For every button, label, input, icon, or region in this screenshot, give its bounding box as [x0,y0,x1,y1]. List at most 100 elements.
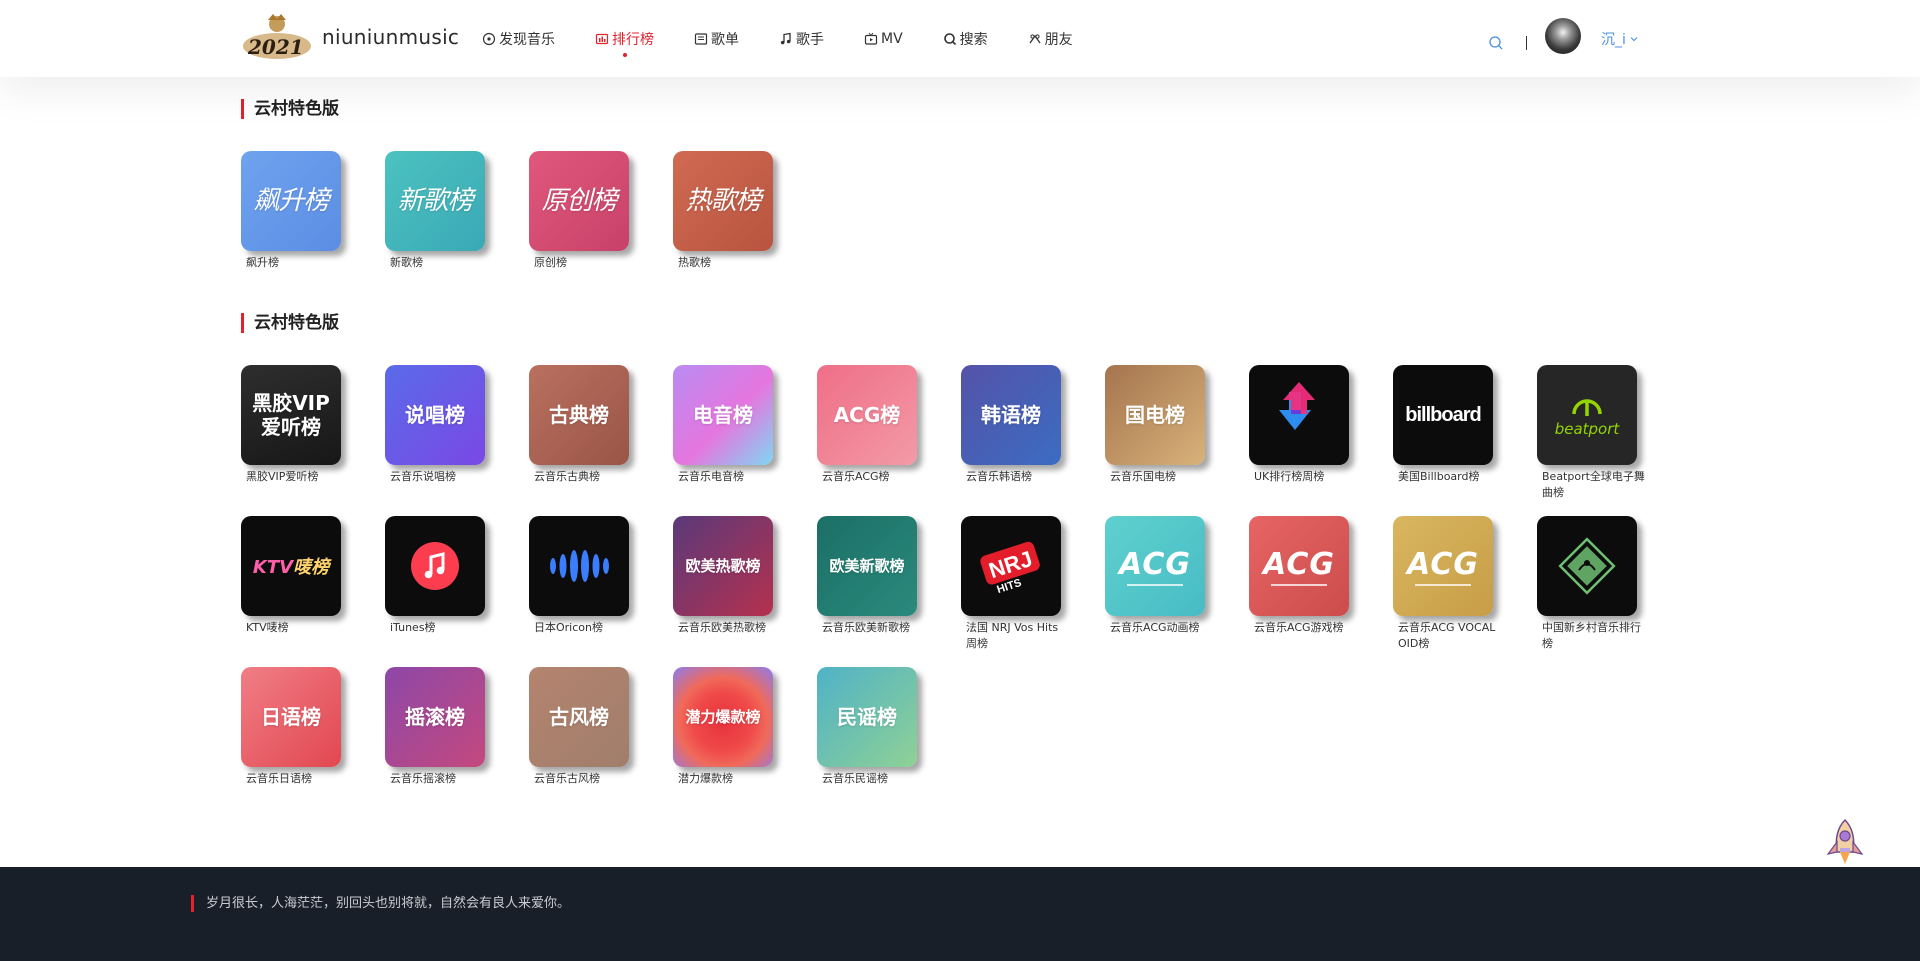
chart-cover[interactable]: 黑胶VIP 爱听榜 [241,365,341,465]
chart-cover[interactable]: 欧美新歌榜 [817,516,917,616]
chart-name[interactable]: 潜力爆款榜 [678,771,783,787]
chart-card[interactable]: 民谣榜 云音乐民谣榜 [817,667,917,787]
user-menu[interactable]: 沉_i [1601,29,1638,49]
chart-cover[interactable]: 摇滚榜 [385,667,485,767]
chart-name[interactable]: iTunes榜 [390,620,495,636]
chart-cover[interactable]: 新歌榜 [385,151,485,251]
chart-card[interactable]: KTV唛榜 KTV唛榜 [241,516,341,636]
chart-name[interactable]: 云音乐国电榜 [1110,469,1215,485]
chart-name[interactable]: 云音乐日语榜 [246,771,351,787]
chart-name[interactable]: 云音乐摇滚榜 [390,771,495,787]
chart-name[interactable]: 中国新乡村音乐排行榜 [1542,620,1647,652]
chart-cover[interactable]: ACG [1249,516,1349,616]
chart-name[interactable]: 云音乐古风榜 [534,771,639,787]
chart-cover[interactable]: 国电榜 [1105,365,1205,465]
chart-card[interactable]: 古风榜 云音乐古风榜 [529,667,629,787]
nav-discover[interactable]: 发现音乐 [482,29,555,49]
chart-cover[interactable]: 原创榜 [529,151,629,251]
chart-name[interactable]: 云音乐欧美新歌榜 [822,620,927,636]
chart-cover[interactable]: 民谣榜 [817,667,917,767]
chart-card[interactable]: 日本Oricon榜 [529,516,629,636]
chart-name[interactable]: 原创榜 [534,255,639,271]
chart-card[interactable]: 中国新乡村音乐排行榜 [1537,516,1641,652]
chart-name[interactable]: 美国Billboard榜 [1398,469,1503,485]
chart-card[interactable]: iTunes榜 [385,516,485,636]
chart-cover[interactable]: ACG [1105,516,1205,616]
chart-name[interactable]: KTV唛榜 [246,620,351,636]
chart-cover[interactable] [1249,365,1349,465]
chart-card[interactable]: billboard 美国Billboard榜 [1393,365,1493,485]
chart-card[interactable]: NRJ HITS 法国 NRJ Vos Hits 周榜 [961,516,1061,652]
chart-card[interactable]: ACG 云音乐ACG游戏榜 [1249,516,1349,636]
nav-charts[interactable]: 排行榜 [595,29,654,49]
chart-card[interactable]: 欧美热歌榜 云音乐欧美热歌榜 [673,516,773,636]
nav-mv[interactable]: MV [864,31,903,47]
chart-cover[interactable]: ACG [1393,516,1493,616]
chart-card[interactable]: 欧美新歌榜 云音乐欧美新歌榜 [817,516,917,636]
logo[interactable]: 2021 niuniunmusic [240,12,459,62]
chart-name[interactable]: 云音乐说唱榜 [390,469,495,485]
nav-artists[interactable]: 歌手 [779,29,824,49]
chart-cover[interactable]: NRJ HITS [961,516,1061,616]
chart-card[interactable]: 飙升榜 飙升榜 [241,151,341,271]
chart-name[interactable]: 云音乐韩语榜 [966,469,1071,485]
chart-name[interactable]: 新歌榜 [390,255,495,271]
search-icon[interactable] [1488,35,1504,51]
nav-search[interactable]: 搜索 [943,29,988,49]
chart-card[interactable]: UK排行榜周榜 [1249,365,1349,485]
chart-cover[interactable]: 古典榜 [529,365,629,465]
chart-cover[interactable]: KTV唛榜 [241,516,341,616]
chart-cover[interactable] [385,516,485,616]
chart-card[interactable]: 新歌榜 新歌榜 [385,151,485,271]
chart-name[interactable]: 飙升榜 [246,255,351,271]
chart-name[interactable]: 黑胶VIP爱听榜 [246,469,351,485]
chart-cover[interactable]: 说唱榜 [385,365,485,465]
chart-card[interactable]: ACG 云音乐ACG动画榜 [1105,516,1205,636]
chart-cover[interactable]: 潜力爆款榜 [673,667,773,767]
chart-card[interactable]: ACG 云音乐ACG VOCALOID榜 [1393,516,1495,652]
chart-cover[interactable]: ACG榜 [817,365,917,465]
chart-card[interactable]: 国电榜 云音乐国电榜 [1105,365,1205,485]
chart-cover[interactable]: 古风榜 [529,667,629,767]
chart-card[interactable]: 电音榜 云音乐电音榜 [673,365,773,485]
chart-name[interactable]: 云音乐ACG游戏榜 [1254,620,1359,636]
chart-name[interactable]: 云音乐ACG榜 [822,469,927,485]
chart-card[interactable]: 摇滚榜 云音乐摇滚榜 [385,667,485,787]
chart-cover[interactable]: 电音榜 [673,365,773,465]
chart-card[interactable]: 韩语榜 云音乐韩语榜 [961,365,1061,485]
chart-card[interactable]: 潜力爆款榜 潜力爆款榜 [673,667,773,787]
chart-card[interactable]: 古典榜 云音乐古典榜 [529,365,629,485]
chart-card[interactable]: ACG榜 云音乐ACG榜 [817,365,917,485]
chart-card[interactable]: 热歌榜 热歌榜 [673,151,773,271]
chart-name[interactable]: 云音乐民谣榜 [822,771,927,787]
chart-cover[interactable]: 飙升榜 [241,151,341,251]
avatar[interactable] [1545,17,1581,54]
chart-name[interactable]: 热歌榜 [678,255,783,271]
chart-card[interactable]: 说唱榜 云音乐说唱榜 [385,365,485,485]
chart-name[interactable]: 云音乐古典榜 [534,469,639,485]
chart-name[interactable]: 云音乐欧美热歌榜 [678,620,783,636]
chart-card[interactable]: 日语榜 云音乐日语榜 [241,667,341,787]
tile-title: 飙升榜 [253,186,329,216]
chart-name[interactable]: 云音乐电音榜 [678,469,783,485]
chart-name[interactable]: UK排行榜周榜 [1254,469,1359,485]
nav-friends[interactable]: 朋友 [1028,29,1073,49]
chart-card[interactable]: 原创榜 原创榜 [529,151,629,271]
chart-cover[interactable]: beatport [1537,365,1637,465]
back-to-top-rocket-icon[interactable] [1822,818,1868,870]
chart-cover[interactable] [529,516,629,616]
chart-card[interactable]: 黑胶VIP 爱听榜 黑胶VIP爱听榜 [241,365,341,485]
chart-name[interactable]: 法国 NRJ Vos Hits 周榜 [966,620,1071,652]
chart-name[interactable]: 日本Oricon榜 [534,620,639,636]
chart-cover[interactable]: 热歌榜 [673,151,773,251]
chart-name[interactable]: 云音乐ACG动画榜 [1110,620,1215,636]
chart-cover[interactable]: 欧美热歌榜 [673,516,773,616]
chart-cover[interactable]: 韩语榜 [961,365,1061,465]
nav-playlists[interactable]: 歌单 [694,29,739,49]
chart-cover[interactable]: billboard [1393,365,1493,465]
chart-cover[interactable] [1537,516,1637,616]
chart-name[interactable]: 云音乐ACG VOCALOID榜 [1398,620,1503,652]
chart-name[interactable]: Beatport全球电子舞曲榜 [1542,469,1647,501]
chart-card[interactable]: beatport Beatport全球电子舞曲榜 [1537,365,1645,501]
chart-cover[interactable]: 日语榜 [241,667,341,767]
